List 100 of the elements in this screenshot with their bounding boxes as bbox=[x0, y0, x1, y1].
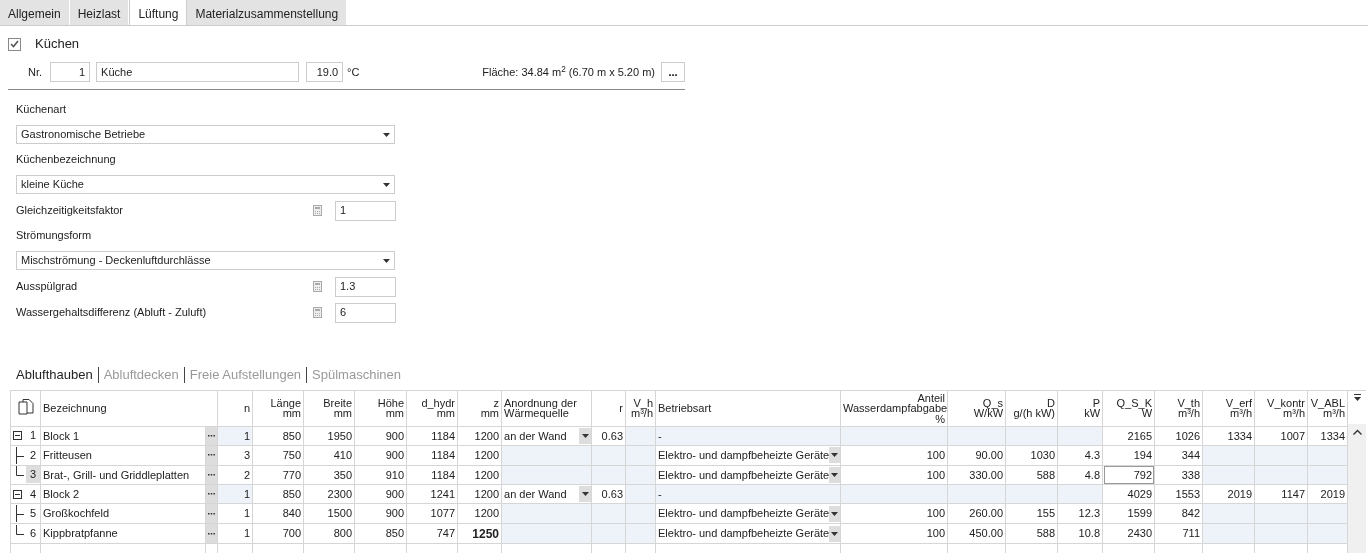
caret-icon bbox=[831, 472, 839, 477]
unit-label: mm bbox=[480, 407, 499, 420]
table-cell: 1026 bbox=[1154, 426, 1203, 446]
collapse-icon[interactable] bbox=[13, 489, 22, 499]
column-header: V_ABL bbox=[1310, 396, 1345, 409]
table-cell: 1077 bbox=[406, 504, 458, 524]
number-field[interactable]: 1.3 bbox=[335, 276, 396, 297]
column-header: V_kontr bbox=[1267, 396, 1305, 409]
tree-line bbox=[15, 466, 24, 477]
table-cell: 1200 bbox=[457, 504, 502, 524]
table-cell: 1200 bbox=[457, 465, 502, 485]
table-cell: 100 bbox=[840, 465, 948, 485]
more-icon[interactable] bbox=[208, 434, 215, 437]
number-label: Nr. bbox=[28, 64, 43, 80]
table-cell: 1 bbox=[217, 523, 253, 544]
tree-line bbox=[15, 525, 24, 536]
row-number[interactable]: 3 bbox=[26, 466, 40, 484]
column-header: Breite bbox=[323, 396, 352, 409]
dropdown-button[interactable] bbox=[829, 525, 840, 542]
unit-label: m³/h bbox=[1323, 407, 1345, 420]
filter-icon[interactable] bbox=[1352, 394, 1362, 403]
more-icon[interactable] bbox=[208, 512, 215, 515]
scroll-up-icon[interactable] bbox=[1352, 429, 1362, 435]
unit-label: m³/h bbox=[631, 407, 653, 420]
field-label: Wassergehaltsdifferenz (Abluft - Zuluft) bbox=[16, 305, 208, 320]
table-cell: 1599 bbox=[1102, 504, 1155, 524]
dropdown-cell[interactable]: Elektro- und dampfbeheizte Geräte bbox=[655, 523, 841, 544]
table-cell: Großkochfeld bbox=[40, 504, 206, 524]
tab[interactable]: Heizlast bbox=[69, 0, 130, 25]
dropdown-cell[interactable]: Elektro- und dampfbeheizte Geräte bbox=[655, 465, 841, 485]
tab[interactable]: Lüftung bbox=[129, 0, 188, 25]
dropdown-button[interactable] bbox=[579, 427, 591, 444]
table-cell: 1200 bbox=[457, 426, 502, 446]
tab[interactable]: Allgemein bbox=[0, 0, 70, 25]
dropdown[interactable]: Mischströmung - Deckenluftdurchlässe bbox=[16, 251, 395, 270]
table-cell: 3 bbox=[217, 445, 253, 466]
scrollbar[interactable] bbox=[1348, 424, 1366, 553]
table-cell: 900 bbox=[354, 445, 407, 466]
table-cell: 1147 bbox=[1254, 484, 1308, 504]
table-cell: 1500 bbox=[303, 504, 355, 524]
table-cell: 194 bbox=[1102, 445, 1155, 466]
table-cell: 330.00 bbox=[947, 465, 1006, 485]
table-cell: 2300 bbox=[303, 484, 355, 504]
column-header: Q_s bbox=[982, 396, 1003, 409]
caret-icon bbox=[383, 133, 390, 138]
unit-label: m³/h bbox=[1230, 407, 1252, 420]
column-header: D bbox=[1047, 396, 1055, 409]
caret-icon bbox=[383, 183, 390, 188]
table-cell: 750 bbox=[252, 445, 304, 466]
column-header: z bbox=[493, 396, 499, 409]
unit-label: °C bbox=[347, 64, 360, 80]
table-cell: 12.3 bbox=[1057, 504, 1103, 524]
copy-icon[interactable] bbox=[18, 399, 34, 418]
tab[interactable]: Ablufthauben bbox=[11, 365, 98, 385]
dropdown-cell[interactable]: an der Wand bbox=[501, 484, 592, 504]
table-cell: 100 bbox=[840, 504, 948, 524]
more-icon[interactable] bbox=[208, 473, 215, 476]
table-cell: 10.8 bbox=[1057, 523, 1103, 544]
table-cell: 1334 bbox=[1307, 426, 1348, 446]
dropdown-button[interactable] bbox=[829, 505, 840, 522]
column-header: Q_S_K bbox=[1116, 396, 1152, 409]
area-text: Fläche: 34.84 m$^{2}$ (6.70 m x 5.20 m) bbox=[482, 63, 655, 80]
temperature-field[interactable]: 19.0 bbox=[306, 62, 344, 82]
dropdown[interactable]: Gastronomische Betriebe bbox=[16, 125, 395, 144]
dropdown[interactable]: kleine Küche bbox=[16, 175, 395, 194]
tab[interactable]: Materialzusammenstellung bbox=[187, 0, 348, 25]
table-cell: 792 bbox=[1102, 465, 1155, 485]
table-cell: 1 bbox=[217, 504, 253, 524]
number-field[interactable]: 6 bbox=[335, 302, 396, 323]
number-field[interactable]: 1 bbox=[335, 200, 396, 221]
collapse-icon[interactable] bbox=[13, 431, 22, 441]
table-cell: 910 bbox=[354, 465, 407, 485]
number-field[interactable]: 1 bbox=[50, 62, 91, 82]
dropdown-button[interactable] bbox=[579, 486, 591, 503]
unit-label: g/(h kW) bbox=[1013, 407, 1055, 420]
dropdown-button[interactable] bbox=[829, 466, 840, 483]
column-header: V_erf bbox=[1225, 396, 1252, 409]
table-cell: 840 bbox=[252, 504, 304, 524]
column-header: r bbox=[619, 402, 623, 415]
unit-label: W bbox=[1141, 407, 1152, 420]
table-cell: 2019 bbox=[1202, 484, 1255, 504]
table-cell: 350 bbox=[303, 465, 355, 485]
more-icon[interactable] bbox=[208, 532, 215, 535]
table-cell: 450.00 bbox=[947, 523, 1006, 544]
more-icon[interactable] bbox=[208, 454, 215, 457]
table-cell: 770 bbox=[252, 465, 304, 485]
table-cell: 1007 bbox=[1254, 426, 1308, 446]
table-cell: 1241 bbox=[406, 484, 458, 504]
table-cell: 4.8 bbox=[1057, 465, 1103, 485]
more-button[interactable]: ... bbox=[661, 62, 685, 82]
more-icon[interactable] bbox=[208, 493, 215, 496]
dropdown-cell[interactable]: Elektro- und dampfbeheizte Geräte bbox=[655, 445, 841, 466]
name-field[interactable]: Küche bbox=[96, 62, 300, 82]
table-cell: 1334 bbox=[1202, 426, 1255, 446]
dropdown-cell[interactable]: Elektro- und dampfbeheizte Geräte bbox=[655, 504, 841, 524]
checkbox[interactable] bbox=[8, 37, 21, 51]
table-cell: 700 bbox=[252, 523, 304, 544]
dropdown-button[interactable] bbox=[829, 447, 840, 464]
table-cell: 410 bbox=[303, 445, 355, 466]
dropdown-cell[interactable]: an der Wand bbox=[501, 426, 592, 446]
